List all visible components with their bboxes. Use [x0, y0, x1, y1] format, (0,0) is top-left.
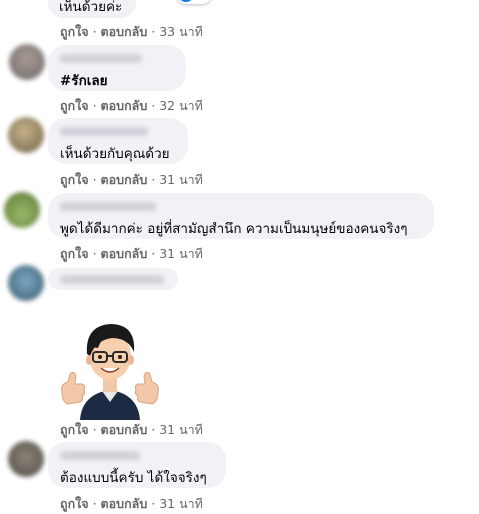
like-link[interactable]: ถูกใจ [60, 422, 89, 437]
comment-bubble: พูดได้ดีมากค่ะ อยู่ที่สามัญสำนึก ความเป็… [48, 193, 434, 239]
timestamp[interactable]: 31 นาที [159, 172, 203, 187]
separator: · [151, 172, 156, 187]
separator: · [92, 246, 97, 261]
comment-meta: ถูกใจ · ตอบกลับ · 33 นาที [60, 22, 203, 42]
separator: · [92, 422, 97, 437]
separator: · [151, 24, 156, 39]
comment-text: เห็นด้วยค่ะ [59, 0, 123, 15]
timestamp[interactable]: 31 นาที [159, 422, 203, 437]
like-thumb-icon [178, 0, 194, 2]
like-link[interactable]: ถูกใจ [60, 172, 89, 187]
comment-meta: ถูกใจ · ตอบกลับ · 31 นาที [60, 494, 203, 514]
comment-bubble: #รักเลย [48, 45, 186, 91]
separator: · [151, 422, 156, 437]
comment-text: ต้องแบบนี้ครับ ได้ใจจริงๆ [60, 470, 207, 486]
separator: · [151, 98, 156, 113]
blurred-author-name[interactable] [60, 202, 156, 211]
comment-meta: ถูกใจ · ตอบกลับ · 32 นาที [60, 96, 203, 116]
reaction-badge[interactable]: 1 [176, 0, 212, 4]
like-link[interactable]: ถูกใจ [60, 246, 89, 261]
comment-bubble: เห็นด้วยค่ะ 1 [48, 0, 212, 18]
comment-text: #รักเลย [60, 73, 108, 89]
comment-meta: ถูกใจ · ตอบกลับ · 31 นาที [60, 244, 203, 264]
reply-link[interactable]: ตอบกลับ [101, 98, 148, 113]
reaction-count: 1 [198, 0, 206, 1]
comment-meta: ถูกใจ · ตอบกลับ · 31 นาที [60, 170, 203, 190]
comment-text: เห็นด้วยกับคุณด้วย [60, 146, 170, 162]
separator: · [92, 98, 97, 113]
comment-text: พูดได้ดีมากค่ะ อยู่ที่สามัญสำนึก ความเป็… [60, 221, 408, 237]
timestamp[interactable]: 32 นาที [159, 98, 203, 113]
blurred-author-name[interactable] [60, 127, 148, 136]
separator: · [92, 24, 97, 39]
name-bubble [48, 268, 178, 290]
timestamp[interactable]: 33 นาที [159, 24, 203, 39]
avatar[interactable] [9, 44, 45, 80]
reply-link[interactable]: ตอบกลับ [101, 246, 148, 261]
avatar[interactable] [8, 441, 44, 477]
like-link[interactable]: ถูกใจ [60, 24, 89, 39]
reply-link[interactable]: ตอบกลับ [101, 24, 148, 39]
blurred-author-name[interactable] [60, 275, 164, 284]
comment-bubble: เห็นด้วยกับคุณด้วย [48, 118, 188, 164]
reply-link[interactable]: ตอบกลับ [101, 422, 148, 437]
blurred-author-name[interactable] [60, 451, 140, 460]
separator: · [151, 246, 156, 261]
avatar[interactable] [8, 265, 44, 301]
timestamp[interactable]: 31 นาที [159, 246, 203, 261]
like-link[interactable]: ถูกใจ [60, 98, 89, 113]
comment-meta: ถูกใจ · ตอบกลับ · 31 นาที [60, 420, 203, 440]
thumbs-up-avatar-sticker[interactable] [58, 316, 162, 420]
reply-link[interactable]: ตอบกลับ [101, 172, 148, 187]
avatar[interactable] [8, 117, 44, 153]
separator: · [92, 172, 97, 187]
comment-bubble: ต้องแบบนี้ครับ ได้ใจจริงๆ [48, 442, 226, 488]
blurred-author-name[interactable] [60, 54, 142, 63]
avatar[interactable] [4, 192, 40, 228]
